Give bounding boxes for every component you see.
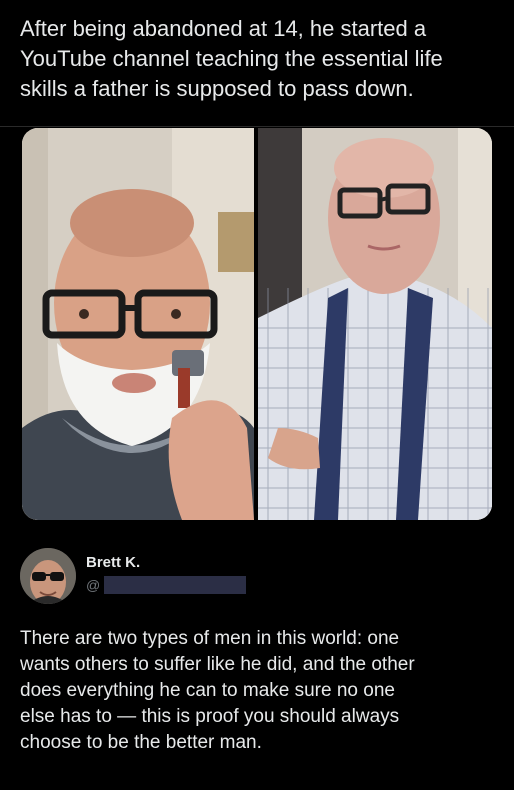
man-tying-tie-photo[interactable]: [258, 128, 492, 520]
photo-grid[interactable]: [22, 128, 492, 520]
man-shaving-photo[interactable]: [22, 128, 254, 520]
divider: [0, 126, 514, 127]
author-name[interactable]: Brett K.: [86, 554, 140, 571]
avatar-sunglasses-icon: [20, 548, 76, 604]
author-row[interactable]: Brett K. @: [20, 548, 500, 608]
shaving-photo-illustration: [22, 128, 254, 520]
handle-redaction: [104, 576, 246, 594]
avatar[interactable]: [20, 548, 76, 604]
post-headline: After being abandoned at 14, he started …: [20, 16, 443, 101]
author-handle[interactable]: @: [86, 577, 100, 593]
post-body: There are two types of men in this world…: [20, 628, 415, 753]
tie-photo-illustration: [258, 128, 492, 520]
